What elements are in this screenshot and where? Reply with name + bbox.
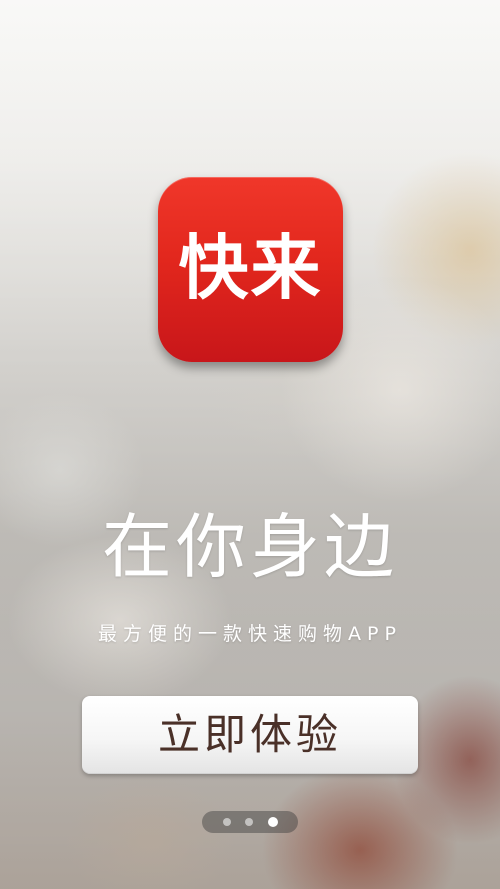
try-now-button-label: 立即体验 [157,710,342,759]
tagline: 最方便的一款快速购物APP [98,623,402,645]
app-logo-icon: 快来 [158,177,343,362]
page-dot-3-active[interactable] [267,817,278,827]
splash-screen: 快来 在你身边 最方便的一款快速购物APP 立即体验 [0,0,500,889]
try-now-button[interactable]: 立即体验 [82,696,418,774]
page-dot-1[interactable] [222,818,231,826]
page-indicator [202,811,298,833]
page-dot-2[interactable] [245,818,253,826]
headline: 在你身边 [102,506,398,588]
app-logo-text: 快来 [178,226,323,309]
